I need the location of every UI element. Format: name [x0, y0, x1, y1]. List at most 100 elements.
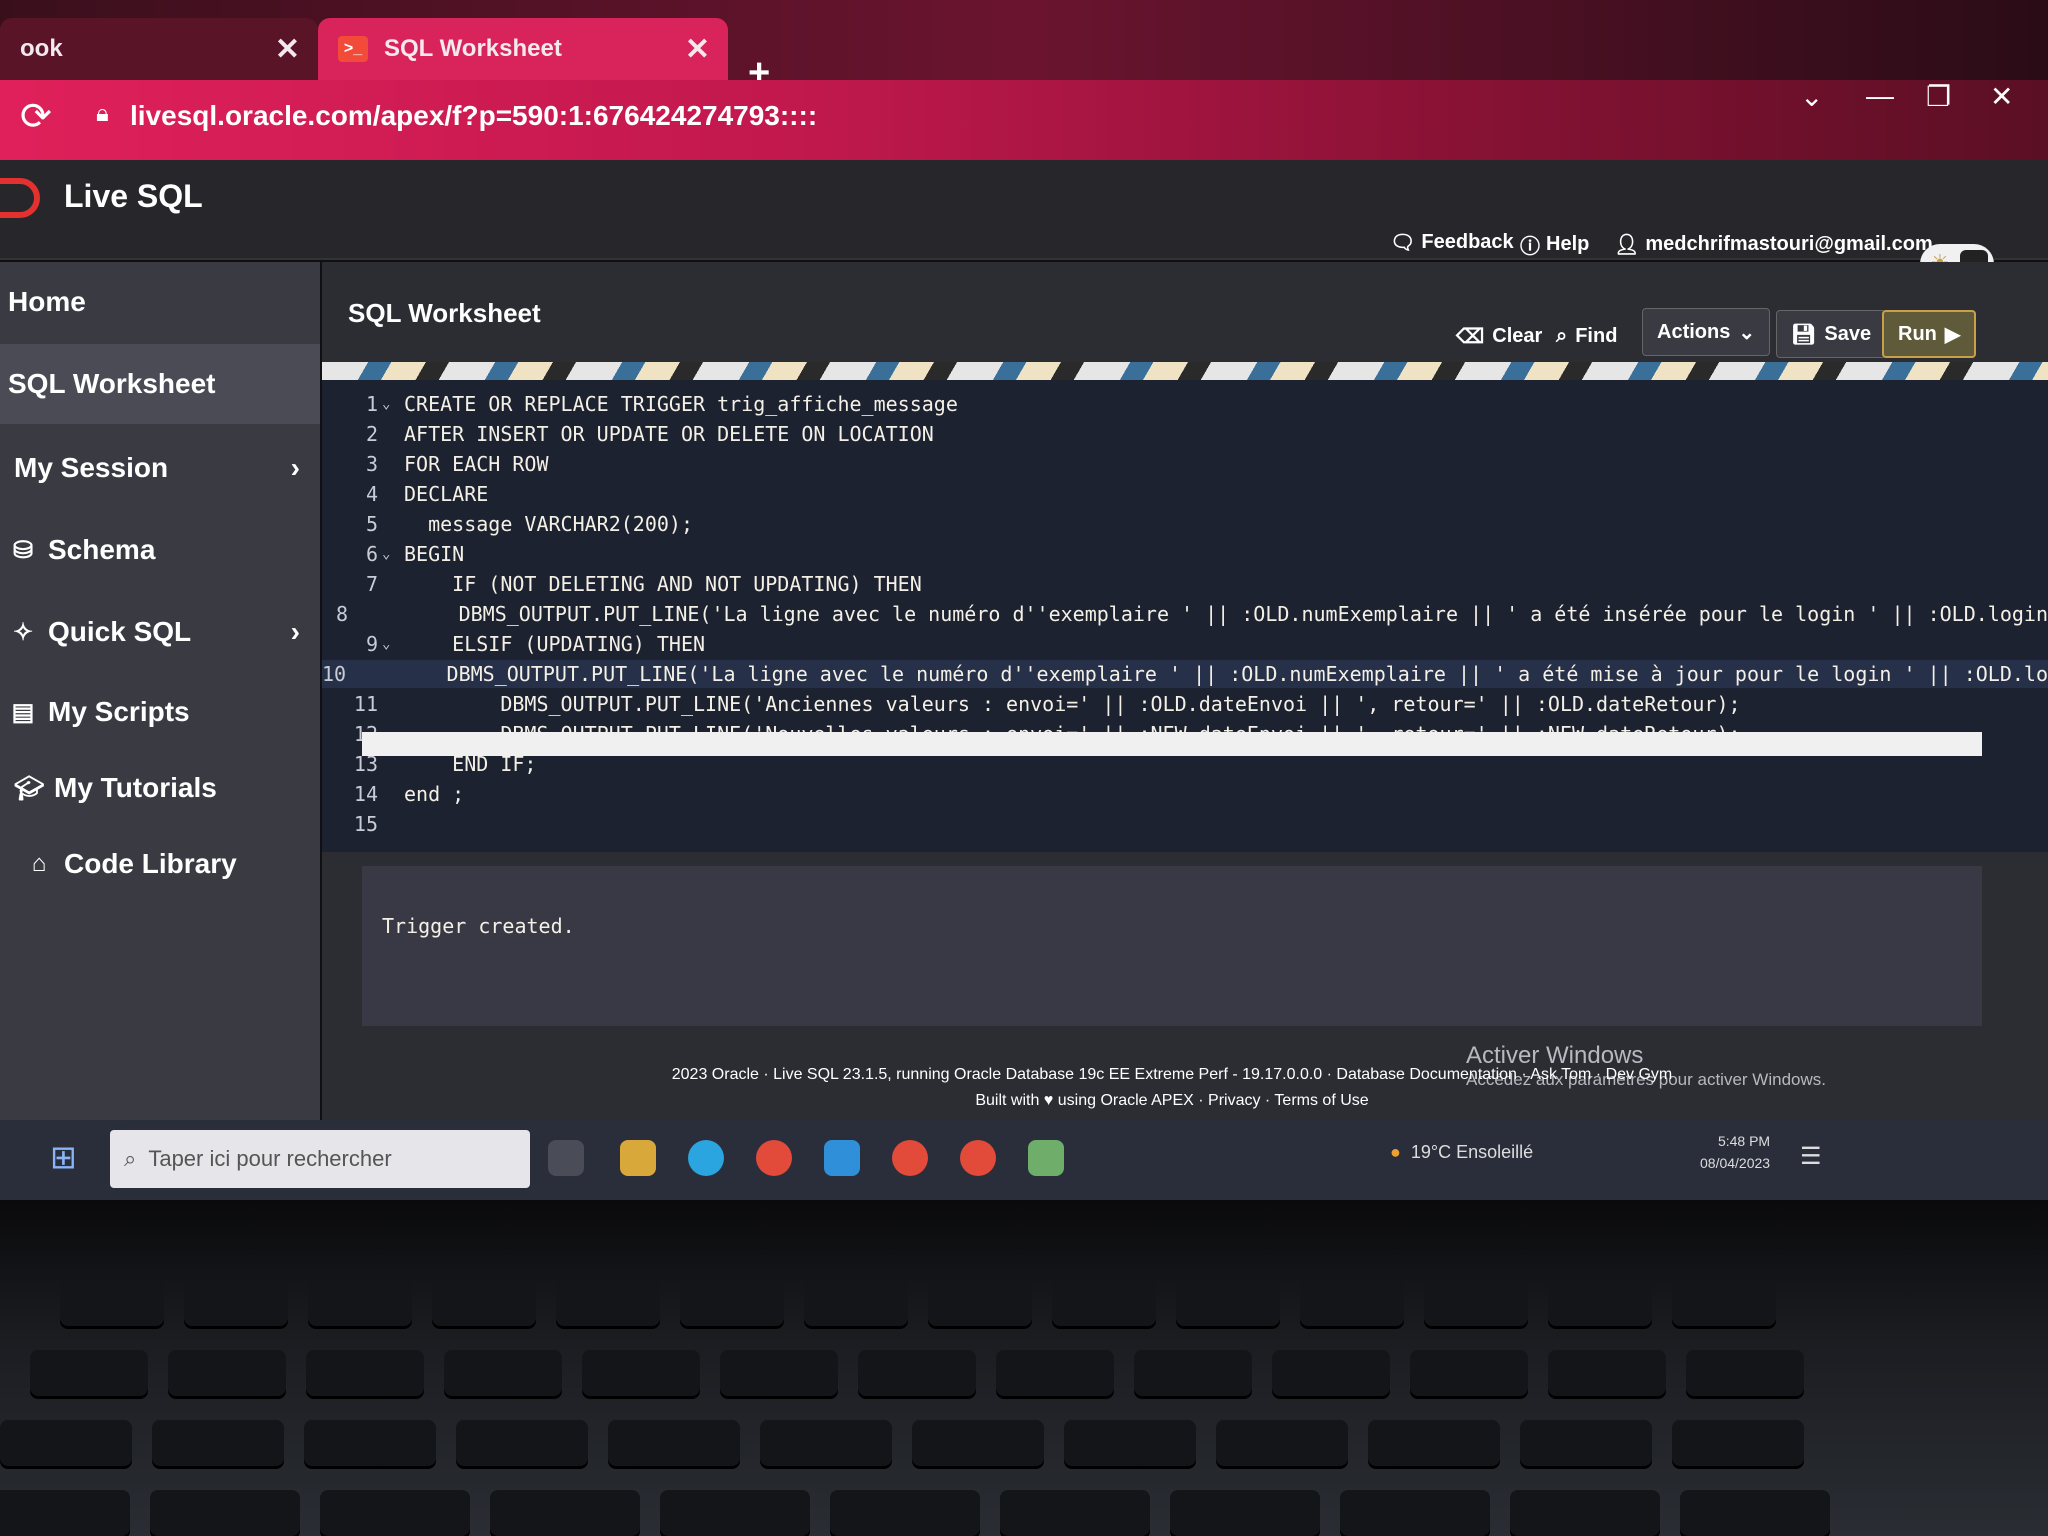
find-button[interactable]: ⌕ Find [1542, 312, 1631, 360]
code-line[interactable]: 15 [322, 810, 2048, 838]
keyboard-key [1510, 1490, 1660, 1536]
app-title[interactable]: Live SQL [64, 178, 203, 215]
line-number: 15 [353, 812, 378, 836]
sidebar-item-my-tutorials[interactable]: 🎓︎ My Tutorials [0, 748, 320, 828]
lock-icon[interactable]: 🔒︎ [96, 100, 109, 128]
code-text: FOR EACH ROW [404, 452, 549, 476]
keyboard-key [1216, 1420, 1348, 1466]
document-icon: ▤ [11, 698, 35, 726]
run-button[interactable]: Run ▶ [1882, 310, 1977, 358]
keyboard-key [830, 1490, 980, 1536]
code-line[interactable]: 6 ⌄ BEGIN [322, 540, 2048, 568]
tab-search-icon[interactable]: ⌄ [1800, 80, 1823, 113]
code-line[interactable]: 8 DBMS_OUTPUT.PUT_LINE('La ligne avec le… [322, 600, 2048, 628]
chevron-right-icon: › [290, 452, 300, 483]
user-email: medchrifmastouri@gmail.com [1645, 233, 1933, 255]
keyboard-key [168, 1350, 286, 1396]
taskbar-clock[interactable]: 5:48 PM 08/04/2023 [1700, 1130, 1770, 1174]
restore-icon[interactable]: ❐ [1926, 80, 1951, 113]
browser-tab-notebook[interactable]: ook ✕ [0, 18, 318, 80]
line-number: 2 [365, 422, 378, 446]
minimize-icon[interactable]: — [1866, 80, 1894, 112]
output-message: Trigger created. [382, 914, 575, 938]
save-button[interactable]: 💾︎ Save [1776, 310, 1887, 358]
fold-chevron-icon[interactable]: ⌄ [382, 636, 404, 652]
keyboard-key [804, 1280, 908, 1326]
code-text: end ; [404, 782, 465, 806]
task-view-icon[interactable] [548, 1140, 584, 1176]
feedback-link[interactable]: 🗨︎ Feedback [1390, 230, 1514, 255]
code-line[interactable]: 5 message VARCHAR2(200); [322, 510, 2048, 538]
notifications-icon[interactable]: ☰ [1800, 1142, 1822, 1171]
feedback-label: Feedback [1421, 231, 1514, 253]
help-link[interactable]: ⓘ Help [1520, 230, 1589, 259]
editor-horizontal-scrollbar[interactable] [362, 732, 1982, 756]
fold-chevron-icon[interactable]: ⌄ [382, 546, 404, 562]
code-text: DBMS_OUTPUT.PUT_LINE('La ligne avec le n… [350, 662, 2048, 686]
code-line[interactable]: 1 ⌄ CREATE OR REPLACE TRIGGER trig_affiche… [322, 390, 2048, 418]
keyboard-key [456, 1420, 588, 1466]
sidebar-item-home[interactable]: Home [0, 262, 320, 342]
code-line[interactable]: 3 FOR EACH ROW [322, 450, 2048, 478]
url-field[interactable]: livesql.oracle.com/apex/f?p=590:1:676424… [130, 100, 817, 132]
code-line[interactable]: 2 AFTER INSERT OR UPDATE OR DELETE ON LOC… [322, 420, 2048, 448]
decorative-banner [322, 362, 2048, 380]
line-number: 7 [365, 572, 378, 596]
keyboard-key [660, 1490, 810, 1536]
code-text: DECLARE [404, 482, 489, 506]
close-window-icon[interactable]: ✕ [1990, 80, 2013, 113]
chrome-icon[interactable] [756, 1140, 792, 1176]
windows-start-icon[interactable]: ⊞ [50, 1138, 77, 1176]
keyboard-key [60, 1280, 164, 1326]
keyboard-key [996, 1350, 1114, 1396]
clear-button[interactable]: ⌫ Clear [1442, 312, 1556, 360]
taskbar-search-input[interactable]: ⌕ Taper ici pour rechercher [110, 1130, 530, 1188]
browser-tab-sql-worksheet[interactable]: >_ SQL Worksheet ✕ [318, 18, 728, 80]
edge-icon[interactable] [688, 1140, 724, 1176]
save-label: Save [1824, 322, 1872, 345]
chrome-profile-icon[interactable] [892, 1140, 928, 1176]
code-text: BEGIN [404, 542, 465, 566]
fold-chevron-icon[interactable]: ⌄ [382, 396, 404, 412]
close-tab-icon[interactable]: ✕ [275, 32, 300, 67]
user-menu[interactable]: 👤︎ medchrifmastouri@gmail.com ⌄ [1614, 232, 1956, 257]
code-line[interactable]: 10 DBMS_OUTPUT.PUT_LINE('La ligne avec l… [322, 660, 2048, 688]
sidebar: Home SQL Worksheet My Session › ⛁ Schema… [0, 262, 320, 1262]
line-number: 1 [365, 392, 378, 416]
code-line[interactable]: 11 DBMS_OUTPUT.PUT_LINE('Anciennes valeu… [322, 690, 2048, 718]
reload-icon[interactable]: ⟳ [20, 94, 52, 139]
weather-widget[interactable]: ● 19°C Ensoleillé [1390, 1142, 1533, 1163]
keyboard-key [858, 1350, 976, 1396]
code-line[interactable]: 7 IF (NOT DELETING AND NOT UPDATING) THE… [322, 570, 2048, 598]
keyboard-key [308, 1280, 412, 1326]
keyboard-key [306, 1350, 424, 1396]
sun-icon: ● [1390, 1142, 1401, 1162]
sidebar-item-my-session[interactable]: My Session › [0, 428, 320, 508]
keyboard-key [556, 1280, 660, 1326]
sidebar-item-quick-sql[interactable]: ✧ Quick SQL › [0, 592, 320, 672]
keyboard-key [152, 1420, 284, 1466]
oracle-logo [0, 178, 40, 218]
keyboard-key [1300, 1280, 1404, 1326]
close-tab-icon[interactable]: ✕ [685, 32, 710, 67]
keyboard-key [1410, 1350, 1528, 1396]
file-explorer-icon[interactable] [620, 1140, 656, 1176]
tab-title: ook [20, 35, 63, 62]
results-panel: Trigger created. [362, 866, 1982, 1026]
mail-icon[interactable] [824, 1140, 860, 1176]
sidebar-item-label: Schema [48, 534, 156, 565]
sidebar-item-sql-worksheet[interactable]: SQL Worksheet [0, 344, 320, 424]
code-line[interactable]: 9 ⌄ ELSIF (UPDATING) THEN [322, 630, 2048, 658]
sidebar-item-my-scripts[interactable]: ▤ My Scripts [0, 672, 320, 752]
code-line[interactable]: 4 DECLARE [322, 480, 2048, 508]
line-number: 5 [365, 512, 378, 536]
sidebar-item-code-library[interactable]: ⌂ Code Library [0, 824, 320, 904]
line-number: 10 [322, 662, 347, 686]
keyboard-key [0, 1490, 130, 1536]
sidebar-item-schema[interactable]: ⛁ Schema [0, 510, 320, 590]
actions-dropdown[interactable]: Actions ⌄ [1642, 308, 1771, 356]
chrome-window-icon[interactable] [960, 1140, 996, 1176]
code-line[interactable]: 14 end ; [322, 780, 2048, 808]
app-icon[interactable] [1028, 1140, 1064, 1176]
sql-code-editor[interactable]: 1 ⌄ CREATE OR REPLACE TRIGGER trig_affiche… [322, 380, 2048, 852]
